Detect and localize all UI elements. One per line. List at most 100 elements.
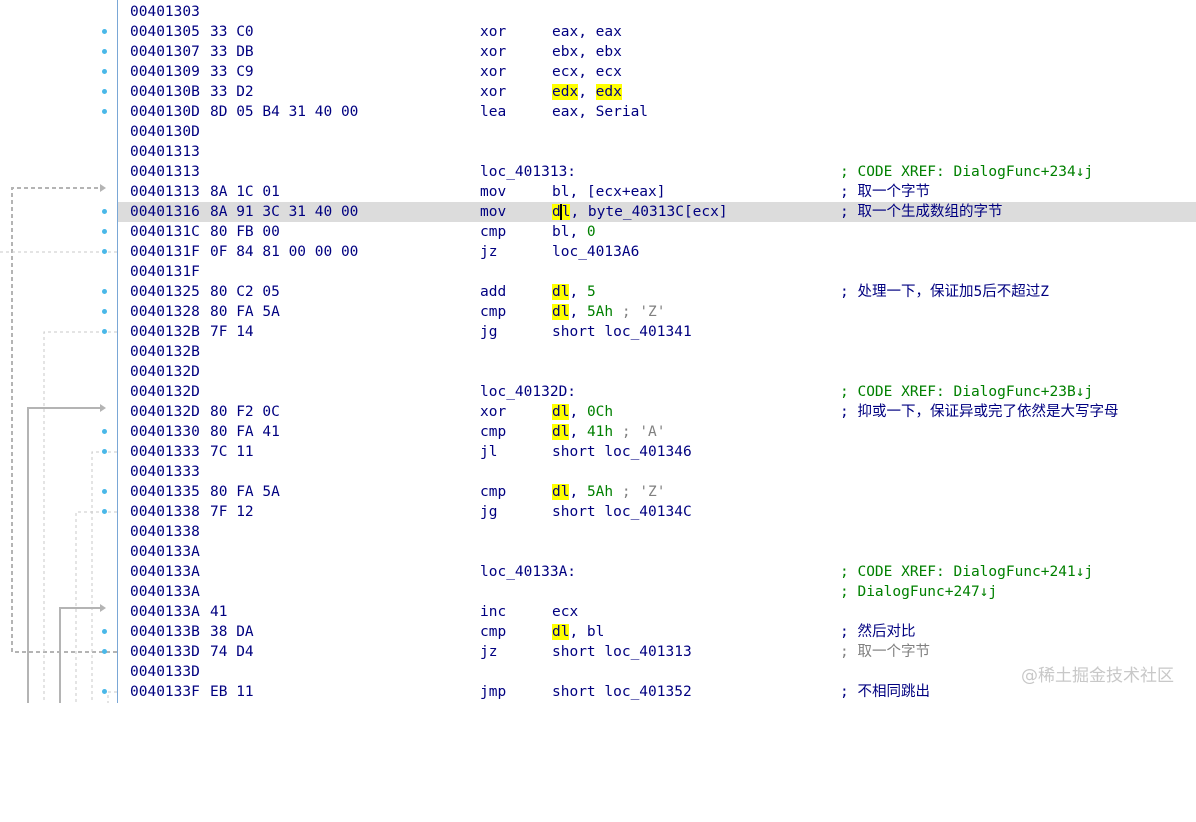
address[interactable]: 0040131F — [130, 262, 200, 282]
operands[interactable]: bl, 0 — [552, 222, 596, 242]
operands[interactable]: dl, bl — [552, 622, 604, 642]
operands[interactable]: short loc_401313 — [552, 642, 692, 662]
address[interactable]: 0040133A — [130, 602, 200, 622]
operands[interactable]: short loc_401341 — [552, 322, 692, 342]
address[interactable]: 0040132D — [130, 402, 200, 422]
listing-row[interactable]: 0040131F 0F 84 81 00 00 00 jz loc_4013A6 — [118, 242, 1196, 262]
listing-row[interactable]: 00401307 33 DB xor ebx, ebx — [118, 42, 1196, 62]
operands[interactable]: dl, byte_40313C[ecx] — [552, 202, 728, 222]
xref-comment[interactable]: ; CODE XREF: DialogFunc+234↓j — [840, 162, 1093, 182]
address[interactable]: 0040133B — [130, 622, 200, 642]
operands[interactable]: short loc_401352 — [552, 682, 692, 702]
xref-comment[interactable]: ; CODE XREF: DialogFunc+241↓j — [840, 562, 1093, 582]
address[interactable]: 0040132B — [130, 342, 200, 362]
address[interactable]: 00401307 — [130, 42, 200, 62]
listing-row[interactable]: 00401313 — [118, 142, 1196, 162]
operands[interactable]: bl, [ecx+eax] — [552, 182, 666, 202]
disassembly-listing[interactable]: 00401303 00401305 33 C0 xor eax, eax 004… — [118, 2, 1196, 702]
listing-row[interactable]: 00401338 7F 12 jg short loc_40134C — [118, 502, 1196, 522]
mnemonic[interactable]: add — [480, 282, 506, 302]
code-label[interactable]: loc_40132D: — [480, 382, 576, 402]
address[interactable]: 0040131F — [130, 242, 200, 262]
listing-row[interactable]: 0040132D 80 F2 0C xor dl, 0Ch ; 抑或一下，保证异… — [118, 402, 1196, 422]
listing-row[interactable]: 0040130D — [118, 122, 1196, 142]
code-label[interactable]: loc_401313: — [480, 162, 576, 182]
address[interactable]: 0040132D — [130, 382, 200, 402]
mnemonic[interactable]: cmp — [480, 622, 506, 642]
operands[interactable]: edx, edx — [552, 82, 622, 102]
address[interactable]: 00401333 — [130, 462, 200, 482]
mnemonic[interactable]: jg — [480, 502, 497, 522]
listing-row[interactable]: 0040131C 80 FB 00 cmp bl, 0 — [118, 222, 1196, 242]
operands[interactable]: dl, 5 — [552, 282, 596, 302]
operands[interactable]: dl, 5Ah ; 'Z' — [552, 302, 666, 322]
address[interactable]: 0040133A — [130, 542, 200, 562]
mnemonic[interactable]: xor — [480, 82, 506, 102]
listing-row[interactable]: 0040130D 8D 05 B4 31 40 00 lea eax, Seri… — [118, 102, 1196, 122]
mnemonic[interactable]: lea — [480, 102, 506, 122]
listing-row[interactable]: 00401333 7C 11 jl short loc_401346 — [118, 442, 1196, 462]
mnemonic[interactable]: xor — [480, 62, 506, 82]
address[interactable]: 0040133D — [130, 662, 200, 682]
address[interactable]: 0040133A — [130, 582, 200, 602]
listing-row[interactable]: 00401328 80 FA 5A cmp dl, 5Ah ; 'Z' — [118, 302, 1196, 322]
mnemonic[interactable]: xor — [480, 402, 506, 422]
listing-row[interactable]: 00401338 — [118, 522, 1196, 542]
mnemonic[interactable]: cmp — [480, 422, 506, 442]
listing-row[interactable]: 0040132B — [118, 342, 1196, 362]
operands[interactable]: ecx, ecx — [552, 62, 622, 82]
address[interactable]: 00401338 — [130, 522, 200, 542]
operands[interactable]: short loc_401346 — [552, 442, 692, 462]
address[interactable]: 00401313 — [130, 182, 200, 202]
address[interactable]: 0040132D — [130, 362, 200, 382]
address[interactable]: 00401338 — [130, 502, 200, 522]
operands[interactable]: eax, eax — [552, 22, 622, 42]
mnemonic[interactable]: inc — [480, 602, 506, 622]
address[interactable]: 00401328 — [130, 302, 200, 322]
operands[interactable]: eax, Serial — [552, 102, 648, 122]
address[interactable]: 0040130B — [130, 82, 200, 102]
listing-row[interactable]: 00401305 33 C0 xor eax, eax — [118, 22, 1196, 42]
operands[interactable]: dl, 5Ah ; 'Z' — [552, 482, 666, 502]
listing-row[interactable]: 0040133D 74 D4 jz short loc_401313 ; 取一个… — [118, 642, 1196, 662]
address[interactable]: 00401303 — [130, 2, 200, 22]
xref-comment[interactable]: ; CODE XREF: DialogFunc+23B↓j — [840, 382, 1093, 402]
operands[interactable]: ecx — [552, 602, 578, 622]
mnemonic[interactable]: xor — [480, 42, 506, 62]
listing-row[interactable]: 0040132D — [118, 362, 1196, 382]
listing-row[interactable]: 00401335 80 FA 5A cmp dl, 5Ah ; 'Z' — [118, 482, 1196, 502]
listing-row[interactable]: 0040133A loc_40133A: ; CODE XREF: Dialog… — [118, 562, 1196, 582]
address[interactable]: 0040131C — [130, 222, 200, 242]
listing-row[interactable]: 00401333 — [118, 462, 1196, 482]
mnemonic[interactable]: xor — [480, 22, 506, 42]
listing-row[interactable]: 00401313 8A 1C 01 mov bl, [ecx+eax] ; 取一… — [118, 182, 1196, 202]
listing-row[interactable]: 0040130B 33 D2 xor edx, edx — [118, 82, 1196, 102]
mnemonic[interactable]: jl — [480, 442, 497, 462]
address[interactable]: 0040133F — [130, 682, 200, 702]
mnemonic[interactable]: cmp — [480, 302, 506, 322]
address[interactable]: 00401316 — [130, 202, 200, 222]
listing-row[interactable]: 00401325 80 C2 05 add dl, 5 ; 处理一下，保证加5后… — [118, 282, 1196, 302]
listing-row[interactable]: 00401313 loc_401313: ; CODE XREF: Dialog… — [118, 162, 1196, 182]
listing-row[interactable]: 00401330 80 FA 41 cmp dl, 41h ; 'A' — [118, 422, 1196, 442]
mnemonic[interactable]: cmp — [480, 482, 506, 502]
mnemonic[interactable]: cmp — [480, 222, 506, 242]
operands[interactable]: loc_4013A6 — [552, 242, 639, 262]
listing-row[interactable]: 0040132D loc_40132D: ; CODE XREF: Dialog… — [118, 382, 1196, 402]
listing-row[interactable]: 0040132B 7F 14 jg short loc_401341 — [118, 322, 1196, 342]
listing-row[interactable]: 0040133A ; DialogFunc+247↓j — [118, 582, 1196, 602]
address[interactable]: 00401313 — [130, 142, 200, 162]
address[interactable]: 0040133D — [130, 642, 200, 662]
listing-row[interactable]: 0040133A 41 inc ecx — [118, 602, 1196, 622]
address[interactable]: 00401305 — [130, 22, 200, 42]
listing-row[interactable]: 00401309 33 C9 xor ecx, ecx — [118, 62, 1196, 82]
address[interactable]: 0040133A — [130, 562, 200, 582]
address[interactable]: 00401333 — [130, 442, 200, 462]
mnemonic[interactable]: mov — [480, 202, 506, 222]
mnemonic[interactable]: jz — [480, 242, 497, 262]
address[interactable]: 00401313 — [130, 162, 200, 182]
address[interactable]: 0040130D — [130, 102, 200, 122]
operands[interactable]: short loc_40134C — [552, 502, 692, 522]
mnemonic[interactable]: jg — [480, 322, 497, 342]
address[interactable]: 00401330 — [130, 422, 200, 442]
